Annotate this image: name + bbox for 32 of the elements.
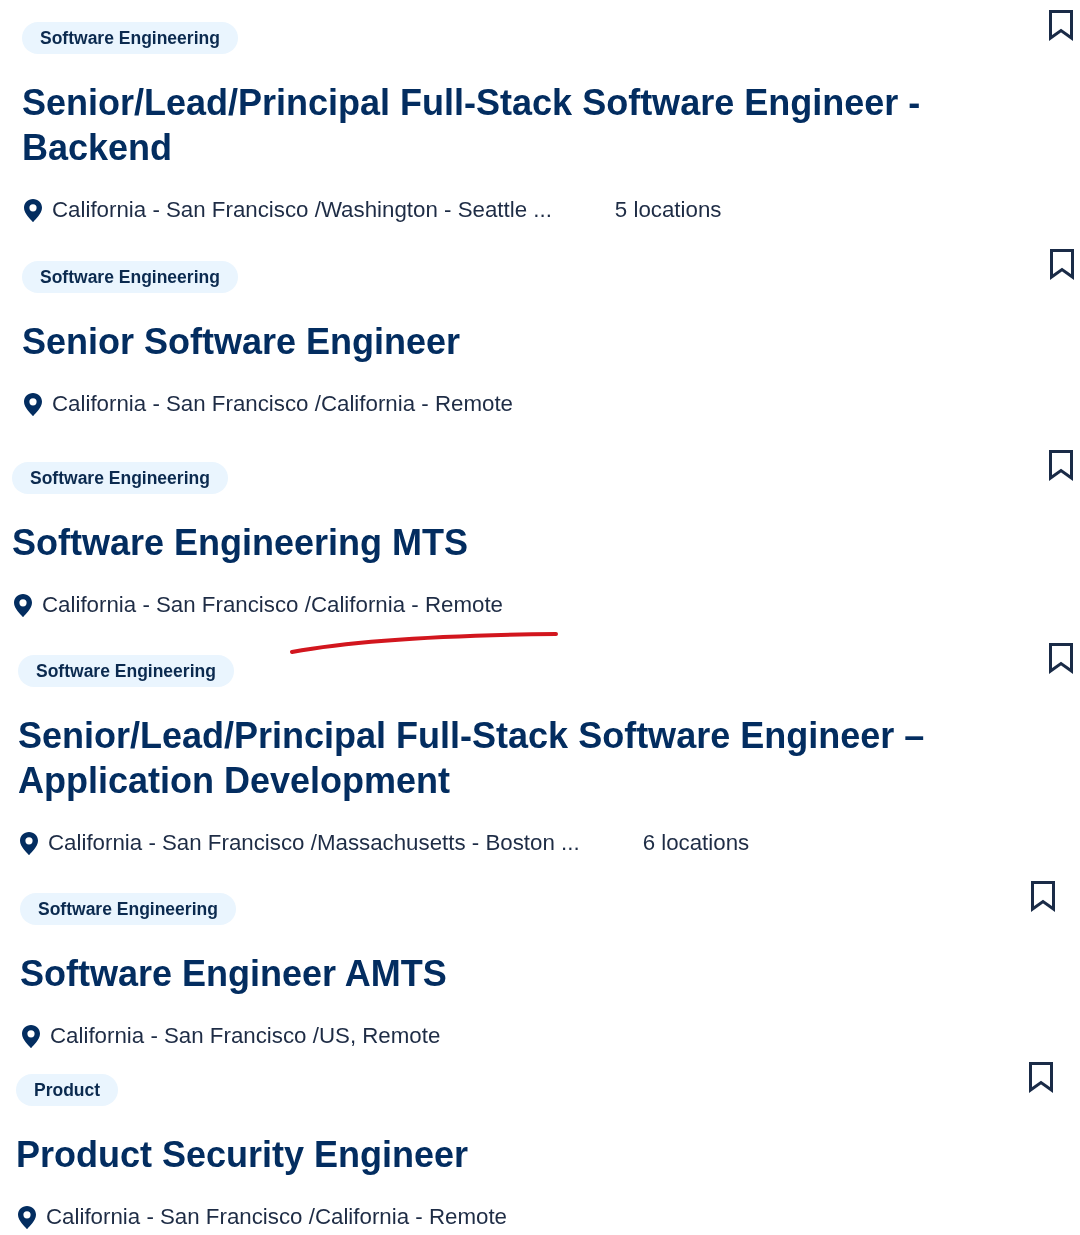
location-count: 6 locations	[642, 830, 750, 856]
job-title-link[interactable]: Senior Software Engineer	[22, 319, 461, 364]
map-pin-icon	[18, 1205, 36, 1229]
job-title-link[interactable]: Software Engineer AMTS	[20, 951, 447, 996]
bookmark-icon[interactable]	[1049, 248, 1075, 280]
category-tag: Software Engineering	[22, 261, 238, 293]
bookmark-icon[interactable]	[1048, 449, 1074, 481]
category-tag: Product	[16, 1074, 119, 1106]
job-locations: California - San Francisco /California - Remote	[42, 592, 503, 618]
bookmark-icon[interactable]	[1028, 1061, 1054, 1093]
job-locations: California - San Francisco /California - Remote	[52, 391, 513, 417]
bookmark-icon[interactable]	[1048, 642, 1074, 674]
job-locations: California - San Francisco /Massachusetts - Boston ...	[48, 830, 580, 856]
category-tag: Software Engineering	[20, 893, 236, 925]
map-pin-icon	[22, 1024, 40, 1048]
bookmark-icon[interactable]	[1048, 9, 1074, 41]
job-locations: California - San Francisco /US, Remote	[50, 1023, 441, 1049]
map-pin-icon	[24, 392, 42, 416]
job-title-link[interactable]: Software Engineering MTS	[12, 520, 469, 565]
job-title-link[interactable]: Senior/Lead/Principal Full-Stack Software Engineer - Backend	[22, 80, 1048, 170]
job-locations: California - San Francisco /California - Remote	[46, 1204, 507, 1230]
job-title-link[interactable]: Product Security Engineer	[16, 1132, 469, 1177]
category-tag: Software Engineering	[18, 655, 234, 687]
category-tag: Software Engineering	[12, 462, 228, 494]
job-title-link[interactable]: Senior/Lead/Principal Full-Stack Software Engineer – Application Development	[18, 713, 1048, 803]
map-pin-icon	[14, 593, 32, 617]
job-locations: California - San Francisco /Washington - Seattle ...	[52, 197, 552, 223]
category-tag: Software Engineering	[22, 22, 238, 54]
map-pin-icon	[20, 831, 38, 855]
location-count: 5 locations	[614, 197, 722, 223]
map-pin-icon	[24, 198, 42, 222]
bookmark-icon[interactable]	[1030, 880, 1056, 912]
